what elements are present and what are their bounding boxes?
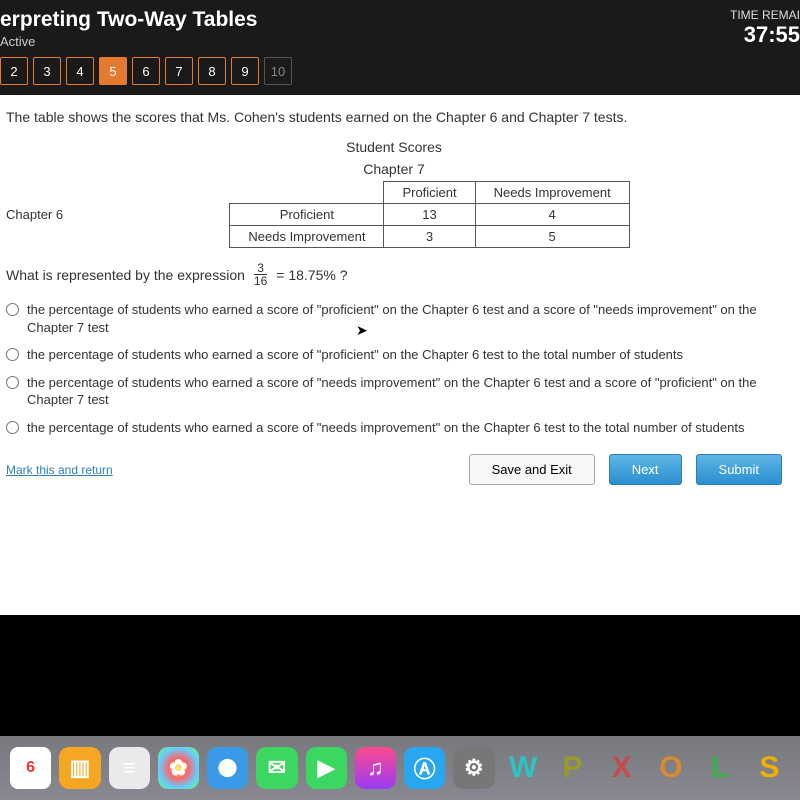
option-a-text: the percentage of students who earned a … bbox=[27, 301, 782, 336]
table-title: Student Scores bbox=[6, 139, 782, 155]
quiz-status: Active bbox=[0, 34, 786, 49]
score-table: Proficient Needs Improvement Proficient … bbox=[229, 181, 629, 248]
letter-l-icon[interactable]: L bbox=[700, 747, 741, 789]
nav-q10: 10 bbox=[264, 57, 292, 85]
save-exit-button[interactable]: Save and Exit bbox=[469, 454, 595, 485]
col-header-needs: Needs Improvement bbox=[475, 182, 629, 204]
mark-return-link[interactable]: Mark this and return bbox=[6, 463, 113, 477]
option-c[interactable]: the percentage of students who earned a … bbox=[6, 374, 782, 409]
nav-q4[interactable]: 4 bbox=[66, 57, 94, 85]
option-d[interactable]: the percentage of students who earned a … bbox=[6, 419, 782, 437]
letter-p-icon[interactable]: P bbox=[552, 747, 593, 789]
settings-icon[interactable]: ⚙ bbox=[453, 747, 494, 789]
fraction: 3 16 bbox=[251, 262, 270, 287]
option-b[interactable]: the percentage of students who earned a … bbox=[6, 346, 782, 364]
two-way-table: Student Scores Chapter 7 Chapter 6 Profi… bbox=[6, 139, 782, 248]
quiz-header: erpreting Two-Way Tables Active TIME REM… bbox=[0, 0, 800, 95]
nav-q5[interactable]: 5 bbox=[99, 57, 127, 85]
question-footer: Mark this and return Save and Exit Next … bbox=[6, 454, 782, 485]
option-b-text: the percentage of students who earned a … bbox=[27, 346, 683, 364]
nav-q8[interactable]: 8 bbox=[198, 57, 226, 85]
nav-q7[interactable]: 7 bbox=[165, 57, 193, 85]
cell-1-0: 3 bbox=[384, 226, 475, 248]
calendar-icon[interactable]: 6 bbox=[10, 747, 51, 789]
notes-icon[interactable]: ≡ bbox=[109, 747, 150, 789]
facetime-icon[interactable]: ▶ bbox=[306, 747, 347, 789]
nav-q6[interactable]: 6 bbox=[132, 57, 160, 85]
col-header-proficient: Proficient bbox=[384, 182, 475, 204]
question-panel: The table shows the scores that Ms. Cohe… bbox=[0, 95, 800, 615]
next-button[interactable]: Next bbox=[609, 454, 682, 485]
macos-dock: 6 ▥ ≡ ✿ ✦ ✉ ▶ ♫ Ⓐ ⚙ W P X O L S bbox=[0, 736, 800, 800]
itunes-icon[interactable]: ♫ bbox=[355, 747, 396, 789]
answer-options: the percentage of students who earned a … bbox=[6, 301, 782, 436]
letter-s-icon[interactable]: S bbox=[749, 747, 790, 789]
submit-button[interactable]: Submit bbox=[696, 454, 782, 485]
messages-icon[interactable]: ✉ bbox=[256, 747, 297, 789]
row-header-proficient: Proficient bbox=[230, 204, 384, 226]
timer: TIME REMAI 37:55 bbox=[730, 8, 800, 48]
row-header-needs: Needs Improvement bbox=[230, 226, 384, 248]
timer-value: 37:55 bbox=[730, 22, 800, 48]
safari-icon[interactable]: ✦ bbox=[207, 747, 248, 789]
col-axis-label: Chapter 7 bbox=[6, 161, 782, 177]
question-nav: 2 3 4 5 6 7 8 9 10 bbox=[0, 57, 786, 85]
letter-x-icon[interactable]: X bbox=[601, 747, 642, 789]
ibooks-icon[interactable]: ▥ bbox=[59, 747, 100, 789]
fraction-denominator: 16 bbox=[251, 275, 270, 287]
question-pre: What is represented by the expression bbox=[6, 267, 245, 283]
option-a-radio[interactable] bbox=[6, 303, 19, 316]
row-axis-label: Chapter 6 bbox=[6, 207, 71, 222]
appstore-icon[interactable]: Ⓐ bbox=[404, 747, 445, 789]
nav-q3[interactable]: 3 bbox=[33, 57, 61, 85]
letter-o-icon[interactable]: O bbox=[650, 747, 691, 789]
question-prompt: The table shows the scores that Ms. Cohe… bbox=[6, 109, 782, 125]
lesson-title: erpreting Two-Way Tables bbox=[0, 8, 786, 32]
option-d-text: the percentage of students who earned a … bbox=[27, 419, 744, 437]
option-b-radio[interactable] bbox=[6, 348, 19, 361]
question-post: = 18.75% ? bbox=[276, 267, 347, 283]
cell-0-1: 4 bbox=[475, 204, 629, 226]
nav-q9[interactable]: 9 bbox=[231, 57, 259, 85]
option-d-radio[interactable] bbox=[6, 421, 19, 434]
question-text: What is represented by the expression 3 … bbox=[6, 262, 782, 287]
option-c-radio[interactable] bbox=[6, 376, 19, 389]
cell-1-1: 5 bbox=[475, 226, 629, 248]
letter-w-icon[interactable]: W bbox=[503, 747, 544, 789]
nav-q2[interactable]: 2 bbox=[0, 57, 28, 85]
timer-label: TIME REMAI bbox=[730, 8, 800, 22]
photos-icon[interactable]: ✿ bbox=[158, 747, 199, 789]
option-c-text: the percentage of students who earned a … bbox=[27, 374, 782, 409]
cell-0-0: 13 bbox=[384, 204, 475, 226]
option-a[interactable]: the percentage of students who earned a … bbox=[6, 301, 782, 336]
